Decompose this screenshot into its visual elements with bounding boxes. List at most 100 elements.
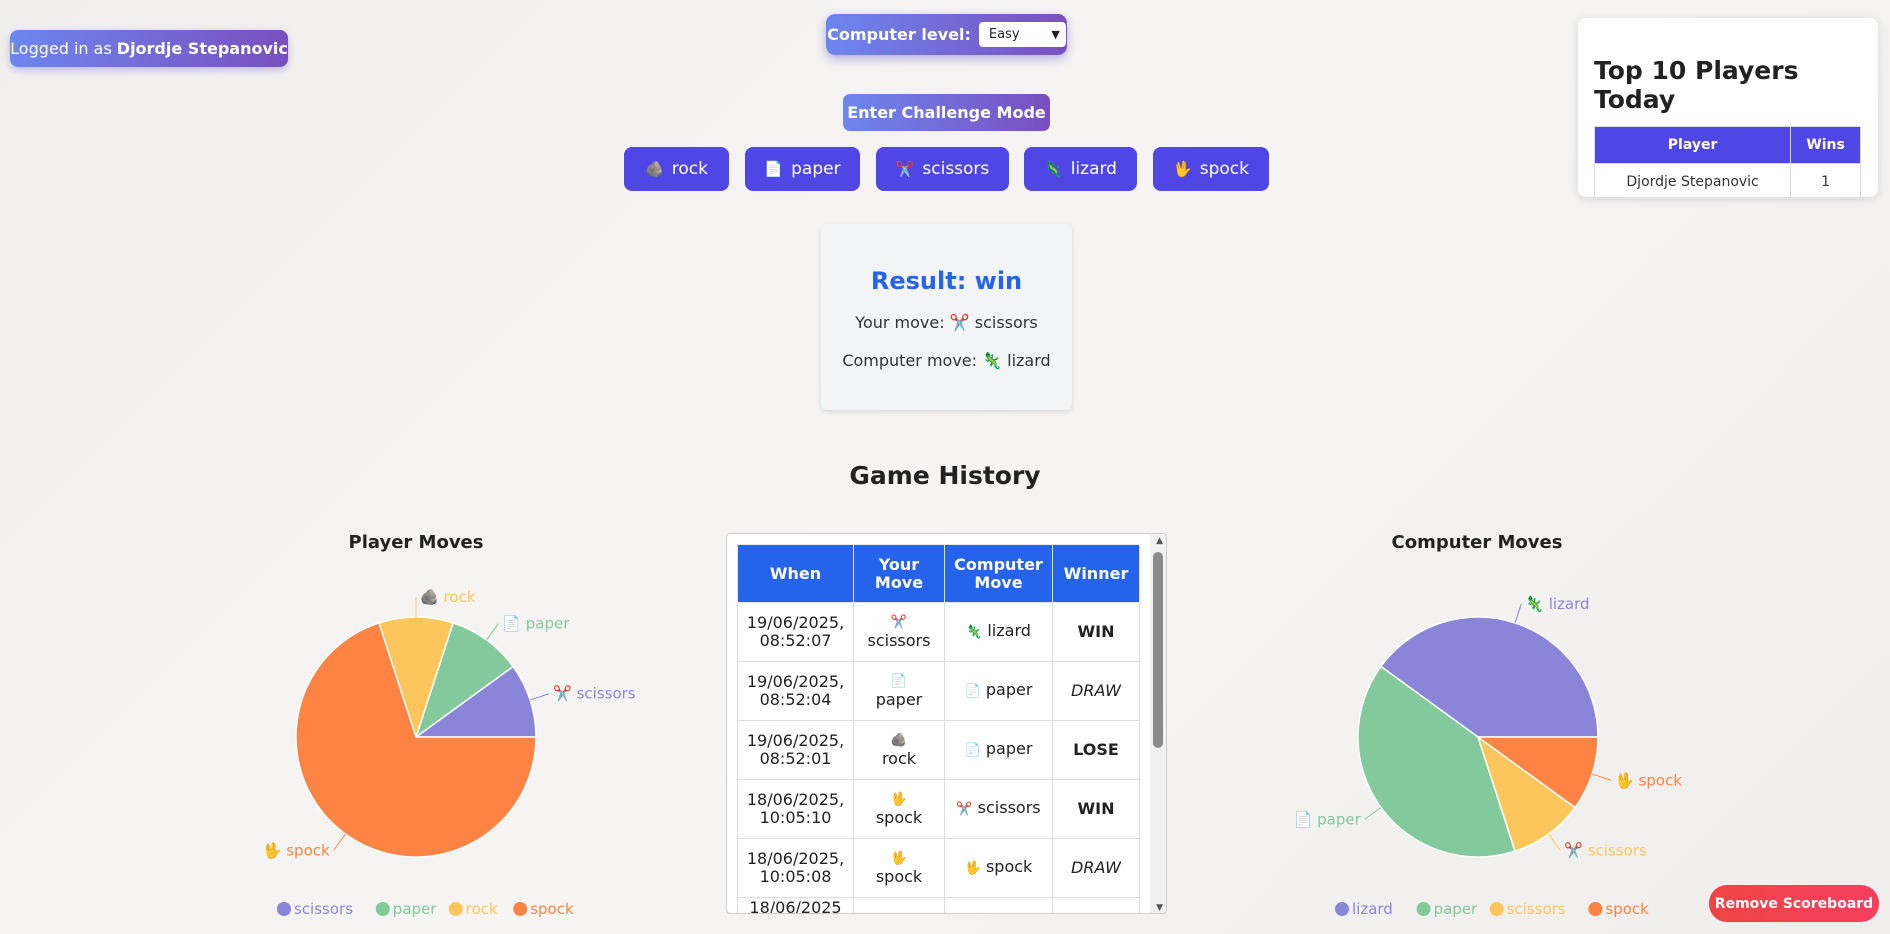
challenge-mode-button[interactable]: Enter Challenge Mode (843, 94, 1050, 131)
move-icon: 🖖 (964, 861, 981, 876)
pie-label-line (486, 623, 499, 641)
history-computer-move (944, 897, 1053, 913)
move-icon: 📄 (890, 674, 908, 689)
remove-scoreboard-button[interactable]: Remove Scoreboard (1709, 885, 1879, 922)
move-button-lizard[interactable]: 🦎 lizard (1024, 147, 1137, 191)
column-header-your-move: Your Move (853, 544, 945, 603)
computer-level-label: Computer level: (827, 25, 971, 44)
move-label: spock (985, 857, 1033, 876)
scroll-down-icon[interactable]: ▼ (1156, 903, 1163, 913)
top-players-title: Top 10 Players Today (1594, 56, 1799, 114)
legend-swatch (1489, 902, 1504, 916)
move-label: scissors (922, 159, 990, 179)
history-when: 18/06/2025, 10:05:10 (737, 779, 854, 839)
your-move-label: Your move: (855, 313, 945, 332)
history-your-move: 🪨 rock (853, 720, 945, 780)
legend-label[interactable]: scissors (1507, 900, 1566, 918)
pie-label-line (1548, 833, 1561, 851)
computer-moves-title: Computer Moves (1391, 532, 1563, 553)
legend-label[interactable]: paper (393, 900, 437, 918)
pie-label-line (1591, 773, 1612, 781)
legend-label[interactable]: rock (466, 900, 498, 918)
your-move-line: Your move: ✂️ scissors (821, 313, 1072, 332)
legend-label[interactable]: paper (1434, 900, 1478, 918)
legend-label[interactable]: spock (1605, 900, 1649, 918)
player-moves-chart: ✂️ scissors 📄 paper 🪨 rock 🖖 spock scissors p… (263, 588, 636, 918)
history-winner: DRAW (1052, 661, 1140, 721)
history-winner: WIN (1052, 602, 1140, 662)
computer-level-value: Easy (988, 27, 1020, 42)
move-label: scissors (867, 631, 931, 650)
your-move-value: scissors (974, 313, 1038, 332)
player-moves-title: Player Moves (348, 532, 484, 553)
history-your-move: ✂️ scissors (853, 602, 945, 662)
legend-swatch (375, 902, 390, 916)
table-row: Djordje Stepanovic 1 (1593, 163, 1861, 200)
column-header-winner: Winner (1052, 544, 1140, 603)
column-header-player: Player (1593, 126, 1792, 164)
spock-icon: 🖖 (1173, 160, 1192, 178)
pie-label: 🖖 spock (263, 841, 330, 860)
history-when: 19/06/2025, 08:52:01 (737, 720, 854, 780)
move-label: spock (1199, 159, 1249, 179)
move-button-rock[interactable]: 🪨 rock (624, 147, 729, 191)
computer-move-label: Computer move: (842, 351, 978, 370)
history-scroll-container[interactable]: When Your Move Computer Move Winner 19/0… (726, 533, 1167, 914)
scrollbar-thumb[interactable] (1153, 552, 1163, 748)
move-label: scissors (977, 798, 1041, 817)
history-winner (1052, 897, 1140, 913)
legend-swatch (1416, 902, 1431, 916)
history-your-move: 🖖 spock (853, 838, 945, 898)
logged-in-badge: Logged in as Djordje Stepanovic (10, 30, 288, 67)
pie-label: 🪨 rock (420, 588, 476, 606)
move-icon: 📄 (964, 684, 981, 699)
history-winner: WIN (1052, 779, 1140, 839)
move-button-scissors[interactable]: ✂️ scissors (876, 147, 1009, 191)
move-label: paper (875, 690, 923, 709)
move-icon: 🪨 (890, 733, 908, 748)
login-user: Djordje Stepanovic (116, 39, 288, 58)
player-wins: 1 (1790, 163, 1861, 200)
scroll-up-icon[interactable]: ▲ (1156, 536, 1163, 546)
move-icon: ✂️ (956, 802, 973, 817)
move-button-paper[interactable]: 📄 paper (745, 147, 860, 191)
top-players-panel: Top 10 Players Today Player Wins Djordje… (1578, 18, 1878, 200)
lizard-icon: 🦎 (982, 351, 1003, 370)
paper-icon: 📄 (764, 160, 784, 178)
table-row: 19/06/2025, 08:52:07 ✂️ scissors 🦎 lizard WI… (737, 602, 1140, 662)
scissors-icon: ✂️ (895, 160, 915, 178)
legend-label[interactable]: spock (530, 900, 574, 918)
move-button-spock[interactable]: 🖖 spock (1153, 147, 1269, 191)
move-icon: 🖖 (890, 792, 908, 807)
legend-swatch (277, 902, 291, 916)
legend-label[interactable]: scissors (294, 900, 353, 918)
history-your-move: 🖖 spock (853, 779, 945, 839)
pie-label-line (529, 693, 550, 701)
history-winner: DRAW (1052, 838, 1140, 898)
pie-label-line (1514, 603, 1522, 624)
history-your-move: 📄 paper (853, 661, 945, 721)
lizard-icon: 🦎 (1044, 160, 1063, 178)
history-scrollbar[interactable]: ▲ ▼ (1150, 534, 1166, 913)
game-history-title: Game History (849, 461, 1041, 490)
player-name: Djordje Stepanovic (1593, 163, 1792, 200)
computer-move-line: Computer move: 🦎 lizard (821, 351, 1072, 370)
history-when: 18/06/2025, 10:05:08 (737, 838, 854, 898)
move-label: lizard (987, 621, 1031, 640)
computer-level-panel: Computer level: Easy ▼ (826, 14, 1067, 55)
move-label: spock (875, 808, 923, 827)
pie-label: ✂️ scissors (1564, 840, 1647, 859)
history-computer-move: ✂️ scissors (944, 779, 1053, 839)
legend-swatch (513, 902, 528, 916)
history-winner: LOSE (1052, 720, 1140, 780)
move-label: spock (875, 867, 923, 886)
pie-label: 📄 paper (502, 615, 570, 633)
computer-move-value: lizard (1007, 351, 1051, 370)
result-title: Result: win (870, 267, 1023, 295)
move-icon: ✂️ (890, 615, 908, 630)
table-row: 18/06/2025, 10:05:10 🖖 spock ✂️ scissors WIN (737, 779, 1140, 839)
history-when: 19/06/2025, 08:52:07 (737, 602, 854, 662)
computer-level-select[interactable]: Easy ▼ (978, 22, 1066, 47)
pie-label-line (1364, 807, 1382, 820)
legend-label[interactable]: lizard (1352, 900, 1393, 918)
